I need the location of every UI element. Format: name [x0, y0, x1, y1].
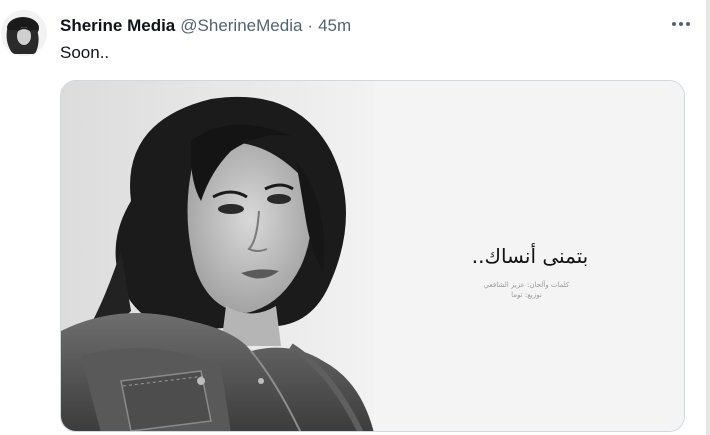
song-panel: بتمنى أنساك.. كلمات وألحان: عزيز الشافعي…: [374, 81, 684, 431]
tweet-header: Sherine Media @SherineMedia · 45m: [60, 15, 351, 37]
credits-lyrics-composer: كلمات وألحان: عزيز الشافعي: [483, 281, 570, 289]
more-horizontal-icon: [672, 22, 690, 26]
song-title: بتمنى أنساك..: [471, 244, 589, 268]
timestamp[interactable]: 45m: [318, 16, 351, 36]
credits-arrangement: توزيع: توما: [511, 291, 542, 299]
tweet-text: Soon..: [60, 43, 110, 62]
portrait-image: [61, 81, 374, 431]
user-handle[interactable]: @SherineMedia: [180, 16, 302, 36]
avatar[interactable]: [1, 10, 47, 56]
dot-separator: ·: [307, 16, 314, 35]
display-name[interactable]: Sherine Media: [60, 16, 175, 36]
more-options-button[interactable]: [666, 12, 696, 36]
portrait-photo: [61, 81, 374, 431]
avatar-image: [1, 10, 47, 56]
media-card[interactable]: بتمنى أنساك.. كلمات وألحان: عزيز الشافعي…: [60, 80, 685, 432]
frame-edge: [706, 0, 710, 435]
tweet[interactable]: Sherine Media @SherineMedia · 45m Soon..: [0, 0, 706, 435]
